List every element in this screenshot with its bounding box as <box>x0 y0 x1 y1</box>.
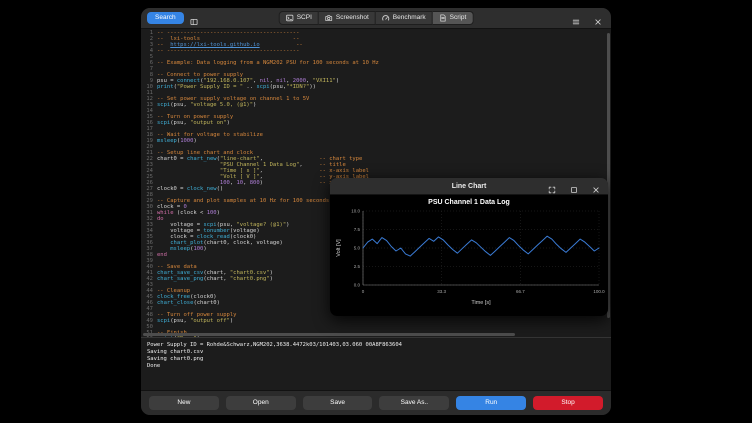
open-button[interactable]: Open <box>226 396 296 410</box>
svg-text:7.5: 7.5 <box>354 227 361 232</box>
console-output: Power Supply ID = Rohde&Schwarz,NGM202,3… <box>141 337 611 390</box>
svg-text:0: 0 <box>362 289 365 294</box>
screenshot-icon <box>325 14 333 22</box>
hamburger-menu-icon <box>572 14 580 22</box>
close-icon <box>594 14 602 22</box>
code-line: 52print("Done") <box>141 336 611 337</box>
svg-text:Volt [V]: Volt [V] <box>336 239 342 257</box>
run-button[interactable]: Run <box>456 396 526 410</box>
new-button[interactable]: New <box>149 396 219 410</box>
console-line: Power Supply ID = Rohde&Schwarz,NGM202,3… <box>147 342 605 349</box>
chart-plot-title: PSU Channel 1 Data Log <box>333 199 605 206</box>
chart-close-button[interactable] <box>590 180 602 192</box>
stop-button[interactable]: Stop <box>533 396 603 410</box>
footer-toolbar: New Open Save Save As.. Run Stop <box>141 390 611 415</box>
svg-text:10.0: 10.0 <box>351 209 360 214</box>
menu-button[interactable] <box>570 12 582 24</box>
console-line: Done <box>147 363 605 370</box>
line-number: 52 <box>141 336 157 337</box>
chart-body: PSU Channel 1 Data Log 0.02.55.07.510.00… <box>330 195 608 316</box>
benchmark-icon <box>382 14 390 22</box>
window-controls <box>566 12 604 24</box>
line-chart-svg: 0.0 2.5 5.0 7.5 10.0 0 33.3 66.7 100.0 Time [s] Vo… <box>333 207 605 307</box>
chart-window: Line Chart PSU Channel 1 Data Log 0.0 2.5… <box>330 178 608 316</box>
chart-detach-button[interactable] <box>568 180 580 192</box>
svg-text:66.7: 66.7 <box>516 289 525 294</box>
svg-text:5.0: 5.0 <box>354 246 361 251</box>
detach-window-icon <box>570 182 578 190</box>
script-icon <box>439 14 447 22</box>
svg-text:Time [s]: Time [s] <box>471 300 491 306</box>
mode-tab-group: SCPI Screenshot Benchmark Script <box>279 11 474 25</box>
chart-window-controls <box>542 180 602 192</box>
tab-scpi[interactable]: SCPI <box>279 11 319 25</box>
titlebar: Search SCPI Screenshot <box>141 8 611 29</box>
console-line: Saving chart0.csv <box>147 349 605 356</box>
tab-benchmark[interactable]: Benchmark <box>376 11 433 25</box>
chart-fullscreen-button[interactable] <box>546 180 558 192</box>
tab-label: Screenshot <box>336 15 369 22</box>
close-icon <box>592 182 600 190</box>
search-button[interactable]: Search <box>147 12 184 24</box>
svg-text:2.5: 2.5 <box>354 264 361 269</box>
editor-hscrollbar[interactable] <box>143 333 515 336</box>
svg-text:100.0: 100.0 <box>593 289 605 294</box>
svg-text:33.3: 33.3 <box>437 289 446 294</box>
chart-window-title: Line Chart <box>452 183 487 190</box>
chart-window-titlebar[interactable]: Line Chart <box>330 178 608 195</box>
console-line: Saving chart0.png <box>147 356 605 363</box>
panel-toggle-icon <box>190 14 198 22</box>
scpi-icon <box>286 14 294 22</box>
desktop: { "header": { "search_label": "Search", … <box>0 0 752 423</box>
window-close-button[interactable] <box>592 12 604 24</box>
tab-label: Script <box>450 15 467 22</box>
svg-text:0.0: 0.0 <box>354 283 361 288</box>
tab-script[interactable]: Script <box>433 11 474 25</box>
save-button[interactable]: Save <box>303 396 373 410</box>
panel-toggle-button[interactable] <box>188 12 200 24</box>
tab-screenshot[interactable]: Screenshot <box>319 11 376 25</box>
fullscreen-icon <box>548 182 556 190</box>
tab-label: Benchmark <box>393 15 426 22</box>
tab-label: SCPI <box>297 15 312 22</box>
save-as-button[interactable]: Save As.. <box>379 396 449 410</box>
